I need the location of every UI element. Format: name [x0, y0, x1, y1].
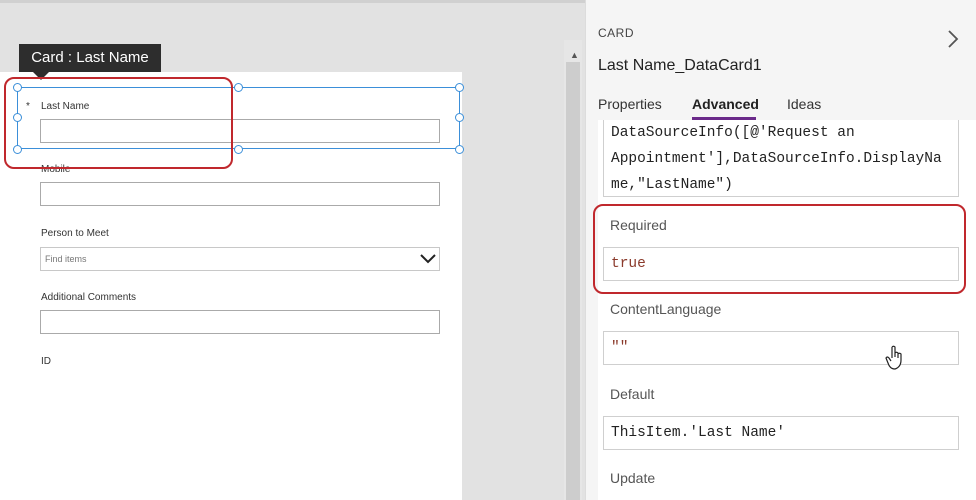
hand-cursor-icon [885, 345, 902, 370]
tab-ideas[interactable]: Ideas [787, 96, 821, 112]
dropdown-placeholder: Find items [45, 254, 87, 264]
person-to-meet-label: Person to Meet [41, 228, 109, 239]
scroll-up-icon[interactable]: ▲ [570, 50, 579, 60]
resize-handle[interactable] [455, 83, 464, 92]
default-formula[interactable]: ThisItem.'Last Name' [603, 416, 959, 450]
panel-title: Last Name_DataCard1 [598, 57, 762, 74]
formula-line: DataSourceInfo([@'Request an [611, 125, 855, 141]
highlight-ring-card [4, 77, 233, 169]
resize-handle[interactable] [234, 145, 243, 154]
content-language-formula[interactable]: "" [603, 331, 959, 365]
chevron-right-icon[interactable] [946, 28, 960, 50]
scrollbar-thumb[interactable] [566, 62, 580, 500]
resize-handle[interactable] [234, 83, 243, 92]
person-to-meet-dropdown[interactable] [40, 247, 440, 271]
mobile-input[interactable] [40, 182, 440, 206]
canvas-top-border [0, 0, 585, 3]
additional-comments-input[interactable] [40, 310, 440, 334]
additional-comments-label: Additional Comments [41, 292, 137, 303]
display-name-formula[interactable]: DataSourceInfo([@'Request an Appointment… [603, 120, 959, 197]
default-label: Default [610, 386, 655, 402]
highlight-ring-required [593, 204, 966, 294]
content-language-label: ContentLanguage [610, 301, 722, 317]
tab-properties[interactable]: Properties [598, 96, 662, 112]
formula-line: me,"LastName") [611, 177, 733, 193]
panel-header: CARD [598, 26, 635, 40]
id-label: ID [41, 356, 51, 367]
chevron-down-icon[interactable] [418, 251, 438, 265]
resize-handle[interactable] [455, 145, 464, 154]
resize-handle[interactable] [455, 113, 464, 122]
update-label: Update [610, 470, 656, 486]
formula-line: Appointment'],DataSourceInfo.DisplayNa [611, 151, 942, 167]
card-tooltip: Card : Last Name [19, 44, 161, 72]
tab-advanced[interactable]: Advanced [692, 96, 759, 112]
